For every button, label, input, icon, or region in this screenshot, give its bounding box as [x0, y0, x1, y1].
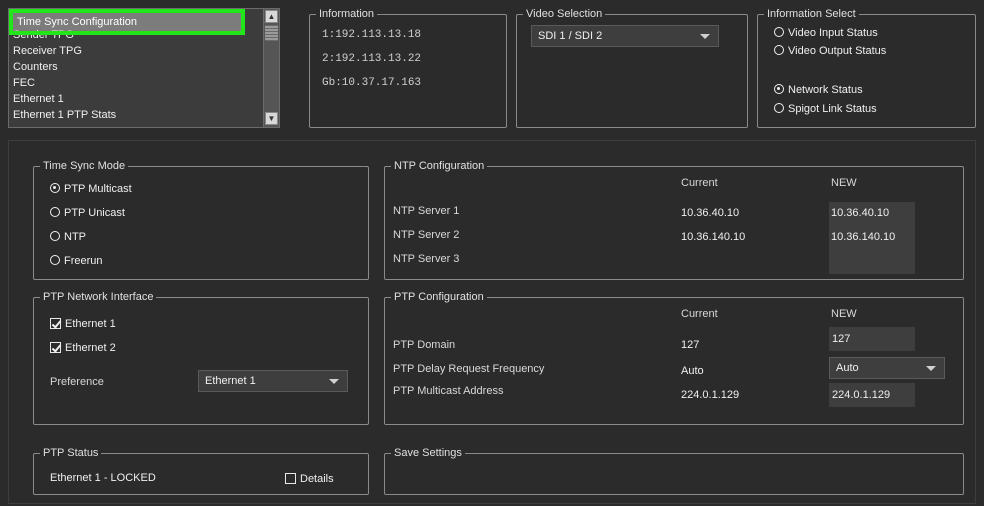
radio-ptp-unicast[interactable]: PTP Unicast: [50, 205, 125, 221]
chevron-down-icon: [700, 34, 710, 39]
checkbox-checked-icon: [50, 318, 61, 329]
list-scrollbar[interactable]: ▲ ▼: [263, 9, 279, 127]
ntp-server-2-label: NTP Server 2: [393, 229, 460, 241]
radio-selected-icon: [50, 183, 60, 193]
ptp-multicast-input[interactable]: 224.0.1.129: [829, 383, 915, 407]
checkbox-ethernet-1[interactable]: Ethernet 1: [50, 316, 116, 332]
radio-icon: [50, 255, 60, 265]
nav-item-counters[interactable]: Counters: [9, 59, 279, 75]
save-settings-group: Save Settings: [384, 447, 964, 495]
radio-icon: [774, 45, 784, 55]
radio-spigot-link-status[interactable]: Spigot Link Status: [774, 101, 877, 117]
information-line-3: Gb:10.37.17.163: [322, 77, 422, 89]
radio-label: Spigot Link Status: [788, 103, 877, 115]
video-selection-dropdown[interactable]: SDI 1 / SDI 2: [531, 25, 719, 47]
checkbox-label: Ethernet 2: [65, 342, 116, 354]
scroll-down-icon[interactable]: ▼: [265, 112, 278, 125]
save-settings-title: Save Settings: [386, 447, 465, 460]
ptp-status-text: Ethernet 1 - LOCKED: [50, 472, 156, 484]
information-line-2: 2:192.113.13.22: [322, 53, 422, 65]
radio-icon: [774, 103, 784, 113]
ptp-network-interface-group: PTP Network Interface Ethernet 1 Etherne…: [33, 291, 369, 425]
ptp-domain-input[interactable]: 127: [829, 327, 915, 351]
radio-video-output-status[interactable]: Video Output Status: [774, 43, 886, 59]
video-selection-group: Video Selection SDI 1 / SDI 2: [516, 8, 748, 128]
preference-dropdown[interactable]: Ethernet 1: [198, 370, 348, 392]
radio-label: NTP: [64, 231, 86, 243]
ptp-delay-current: Auto: [681, 365, 704, 377]
radio-icon: [774, 27, 784, 37]
chevron-down-icon: [329, 379, 339, 384]
ptp-delay-new-value: Auto: [836, 362, 859, 374]
ntp-col-new: NEW: [831, 177, 857, 189]
ptp-multicast-current: 224.0.1.129: [681, 389, 740, 401]
scroll-thumb[interactable]: [265, 25, 278, 41]
nav-item-receiver-tpg[interactable]: Receiver TPG: [9, 43, 279, 59]
radio-label: Video Output Status: [788, 45, 887, 57]
information-select-group: Information Select Video Input Status Vi…: [757, 8, 976, 128]
checkbox-checked-icon: [50, 342, 61, 353]
radio-ntp[interactable]: NTP: [50, 229, 86, 245]
radio-label: Video Input Status: [788, 27, 878, 39]
ptp-delay-label: PTP Delay Request Frequency: [393, 363, 545, 375]
ntp-server-2-current: 10.36.140.10: [681, 231, 746, 243]
nav-item-ethernet-1[interactable]: Ethernet 1: [9, 91, 279, 107]
ptp-domain-current: 127: [681, 339, 700, 351]
video-selection-title: Video Selection: [517, 8, 606, 21]
ptp-status-title: PTP Status: [34, 447, 102, 460]
ptp-delay-dropdown[interactable]: Auto: [829, 357, 945, 379]
radio-ptp-multicast[interactable]: PTP Multicast: [50, 181, 132, 197]
checkbox-label: Details: [300, 473, 334, 485]
ptp-multicast-label: PTP Multicast Address: [393, 385, 504, 397]
chevron-down-icon: [926, 366, 936, 371]
nav-item-fec[interactable]: FEC: [9, 75, 279, 91]
time-sync-mode-group: Time Sync Mode PTP Multicast PTP Unicast…: [33, 160, 369, 280]
checkbox-ethernet-2[interactable]: Ethernet 2: [50, 340, 116, 356]
nav-item-ethernet-1-ptp[interactable]: Ethernet 1 PTP Stats: [9, 107, 279, 123]
video-selection-value: SDI 1 / SDI 2: [538, 30, 603, 42]
checkbox-label: Ethernet 1: [65, 318, 116, 330]
ntp-server-1-new[interactable]: 10.36.40.10: [831, 207, 889, 219]
ntp-server-1-current: 10.36.40.10: [681, 207, 740, 219]
preference-label: Preference: [50, 376, 104, 388]
radio-label: Network Status: [788, 84, 863, 96]
ptp-status-group: PTP Status Ethernet 1 - LOCKED Details: [33, 447, 369, 495]
ntp-server-3-label: NTP Server 3: [393, 253, 460, 265]
information-group: Information 1:192.113.13.18 2:192.113.13…: [309, 8, 507, 128]
ptp-configuration-group: PTP Configuration Current NEW PTP Domain…: [384, 291, 964, 425]
checkbox-icon: [285, 473, 296, 484]
ntp-configuration-title: NTP Configuration: [385, 160, 488, 173]
radio-label: Freerun: [64, 255, 103, 267]
ptp-network-interface-title: PTP Network Interface: [34, 291, 157, 304]
ptp-col-new: NEW: [831, 308, 857, 320]
ntp-configuration-group: NTP Configuration Current NEW NTP Server…: [384, 160, 964, 280]
page-list[interactable]: Time Sync Configuration Sender TPG Recei…: [8, 8, 280, 128]
information-title: Information: [310, 8, 378, 21]
information-line-1: 1:192.113.13.18: [322, 29, 422, 41]
ntp-server-1-label: NTP Server 1: [393, 205, 460, 217]
checkbox-details[interactable]: Details: [285, 471, 334, 487]
time-sync-mode-title: Time Sync Mode: [34, 160, 129, 173]
preference-value: Ethernet 1: [205, 375, 256, 387]
radio-freerun[interactable]: Freerun: [50, 253, 103, 269]
radio-icon: [50, 207, 60, 217]
ptp-domain-label: PTP Domain: [393, 339, 456, 351]
radio-label: PTP Multicast: [64, 183, 132, 195]
ptp-col-current: Current: [681, 308, 718, 320]
information-select-title: Information Select: [759, 8, 859, 21]
ntp-server-2-new[interactable]: 10.36.140.10: [831, 231, 895, 243]
radio-selected-icon: [774, 84, 784, 94]
nav-item-sender-tpg[interactable]: Sender TPG: [9, 27, 279, 43]
radio-label: PTP Unicast: [64, 207, 125, 219]
ptp-configuration-title: PTP Configuration: [386, 291, 487, 304]
radio-network-status[interactable]: Network Status: [774, 82, 863, 98]
ntp-col-current: Current: [681, 177, 718, 189]
radio-video-input-status[interactable]: Video Input Status: [774, 25, 878, 41]
scroll-up-icon[interactable]: ▲: [265, 10, 278, 23]
radio-icon: [50, 231, 60, 241]
